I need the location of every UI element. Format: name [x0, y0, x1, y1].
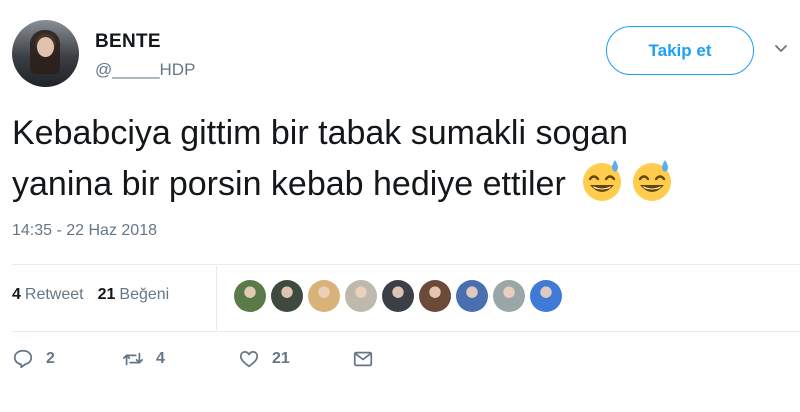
- tweet-text-line-1: Kebabciya gittim bir tabak sumakli sogan: [12, 114, 629, 152]
- reply-count: 2: [46, 350, 55, 367]
- liker-avatar[interactable]: [345, 280, 377, 312]
- smiling-sweat-emoji-icon: [583, 160, 622, 201]
- user-avatar[interactable]: [12, 20, 79, 87]
- liker-avatar[interactable]: [493, 280, 525, 312]
- tweet-text-line-2-text: yanina bir porsin kebab hediye ettiler: [12, 165, 566, 203]
- like-stat-count: 21: [97, 286, 116, 303]
- tweet-text: Kebabciya gittim bir tabak sumakli sogan…: [12, 110, 788, 208]
- tweet-header: BENTE @_____HDP Takip et: [12, 14, 788, 94]
- divider: [12, 264, 800, 265]
- tweet-actions: 2 4 21: [12, 348, 374, 370]
- liker-avatar[interactable]: [456, 280, 488, 312]
- like-button[interactable]: 21: [238, 348, 352, 370]
- message-icon: [353, 351, 373, 367]
- liker-avatars: [234, 280, 562, 312]
- liker-avatar[interactable]: [530, 280, 562, 312]
- heart-icon: [239, 350, 259, 368]
- follow-button[interactable]: Takip et: [606, 26, 754, 75]
- retweet-stat-count: 4: [12, 286, 21, 303]
- like-stat-label: Beğeni: [119, 286, 170, 303]
- retweet-stat-label: Retweet: [24, 286, 84, 303]
- liker-avatar[interactable]: [382, 280, 414, 312]
- like-stat[interactable]: 21 Beğeni: [98, 286, 170, 304]
- liker-avatar[interactable]: [271, 280, 303, 312]
- liker-avatar[interactable]: [308, 280, 340, 312]
- retweet-button[interactable]: 4: [122, 348, 238, 370]
- retweet-count: 4: [156, 350, 165, 367]
- tweet-stats: 4 Retweet 21 Beğeni: [12, 286, 169, 304]
- stats-divider: [216, 266, 217, 330]
- liker-avatar[interactable]: [419, 280, 451, 312]
- reply-button[interactable]: 2: [12, 348, 122, 370]
- chevron-down-icon[interactable]: [774, 42, 788, 56]
- retweet-icon: [122, 352, 144, 366]
- smiling-sweat-emoji-icon: [633, 160, 672, 201]
- direct-message-button[interactable]: [352, 348, 374, 370]
- like-count: 21: [272, 350, 290, 367]
- tweet-text-line-2: yanina bir porsin kebab hediye ettiler: [12, 157, 788, 208]
- divider: [12, 331, 800, 332]
- tweet-timestamp[interactable]: 14:35 - 22 Haz 2018: [12, 222, 157, 240]
- user-display-name[interactable]: BENTE: [95, 31, 161, 53]
- user-handle[interactable]: @_____HDP: [95, 60, 195, 80]
- retweet-stat[interactable]: 4 Retweet: [12, 286, 84, 304]
- reply-icon: [13, 349, 33, 369]
- liker-avatar[interactable]: [234, 280, 266, 312]
